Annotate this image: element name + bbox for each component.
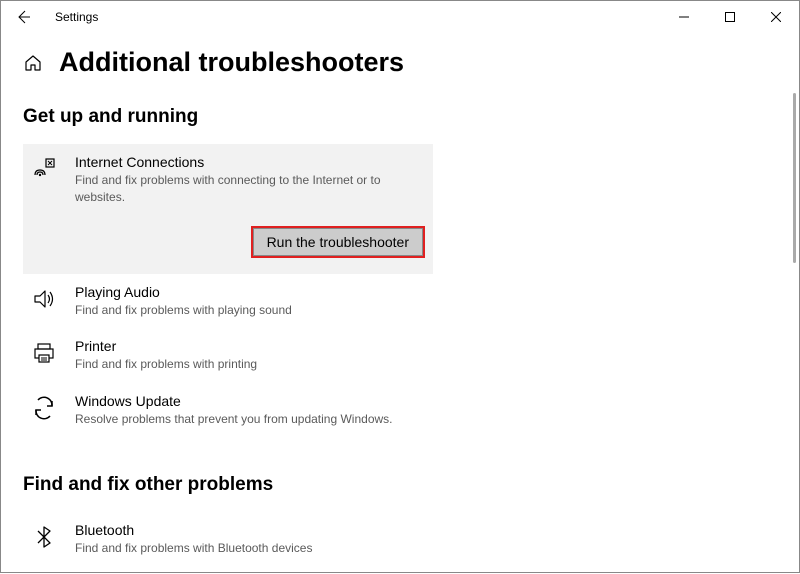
scrollbar-thumb[interactable]	[793, 93, 796, 263]
titlebar: Settings	[1, 1, 799, 33]
section-heading: Find and fix other problems	[23, 474, 777, 496]
run-troubleshooter-button[interactable]: Run the troubleshooter	[251, 226, 425, 258]
troubleshooter-update[interactable]: Windows Update Resolve problems that pre…	[23, 383, 433, 438]
minimize-button[interactable]	[661, 1, 707, 33]
item-desc: Find and fix problems with printing	[75, 356, 425, 373]
item-title: Windows Update	[75, 393, 425, 409]
maximize-button[interactable]	[707, 1, 753, 33]
bluetooth-icon	[31, 524, 57, 550]
back-button[interactable]	[11, 5, 35, 29]
troubleshooter-internet[interactable]: Internet Connections Find and fix proble…	[23, 144, 433, 274]
internet-icon	[31, 156, 57, 182]
window-title: Settings	[55, 10, 98, 24]
page-title: Additional troubleshooters	[59, 47, 404, 78]
troubleshooter-audio[interactable]: Playing Audio Find and fix problems with…	[23, 274, 433, 329]
printer-icon	[31, 340, 57, 366]
window-controls	[661, 1, 799, 33]
section-heading: Get up and running	[23, 106, 777, 128]
section-find-fix: Find and fix other problems Bluetooth Fi…	[23, 474, 777, 567]
item-title: Printer	[75, 338, 425, 354]
item-desc: Find and fix problems with Bluetooth dev…	[75, 540, 425, 557]
troubleshooter-printer[interactable]: Printer Find and fix problems with print…	[23, 328, 433, 383]
troubleshooter-bluetooth[interactable]: Bluetooth Find and fix problems with Blu…	[23, 512, 433, 567]
item-desc: Resolve problems that prevent you from u…	[75, 411, 425, 428]
home-icon[interactable]	[23, 53, 43, 73]
item-desc: Find and fix problems with connecting to…	[75, 172, 425, 206]
section-get-up: Get up and running Internet Connections …	[23, 106, 777, 438]
update-icon	[31, 395, 57, 421]
content-area: Additional troubleshooters Get up and ru…	[1, 33, 799, 574]
item-title: Bluetooth	[75, 522, 425, 538]
close-button[interactable]	[753, 1, 799, 33]
item-title: Internet Connections	[75, 154, 425, 170]
item-title: Playing Audio	[75, 284, 425, 300]
item-desc: Find and fix problems with playing sound	[75, 302, 425, 319]
scrollbar[interactable]	[791, 33, 798, 574]
audio-icon	[31, 286, 57, 312]
